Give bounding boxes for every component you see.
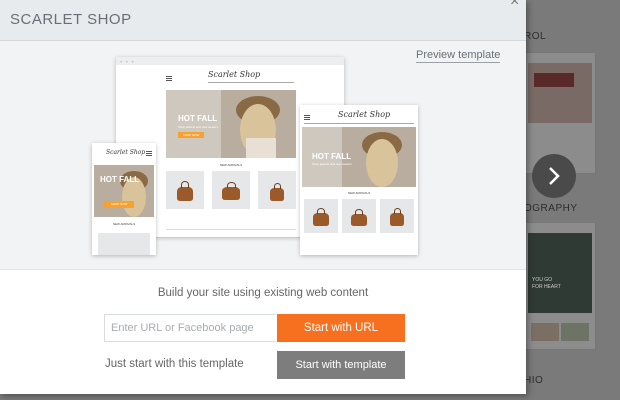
product-card	[304, 199, 338, 233]
hero-title: HOT FALL	[178, 114, 218, 123]
start-with-url-button[interactable]: Start with URL	[277, 314, 405, 342]
bag-image	[351, 209, 367, 226]
hero-subtitle: Shop jackets and new season	[312, 162, 352, 166]
browser-bar	[116, 57, 344, 65]
hero-photo	[166, 90, 296, 158]
chevron-right-icon	[549, 167, 560, 185]
bg-category-label: ROL	[524, 31, 547, 42]
mockup-logo: Scarlet Shop	[208, 70, 261, 79]
bg-card-shape	[534, 73, 574, 87]
product-card	[98, 233, 150, 255]
bag-image	[390, 207, 404, 226]
just-start-text: Just start with this template	[105, 358, 244, 370]
bg-card-text: YOU GO	[532, 277, 553, 283]
bag-image	[177, 181, 193, 201]
logo-underline	[304, 123, 414, 124]
footer-divider	[166, 229, 296, 230]
product-card	[166, 171, 204, 209]
next-arrow-button[interactable]	[532, 154, 576, 198]
logo-underline	[208, 82, 294, 83]
phone-mockup: Scarlet Shop HOT FALL SHOP NOW NEW ARRIV…	[92, 143, 156, 255]
section-title: NEW ARRIVALS	[112, 222, 136, 226]
browser-dots: • • •	[120, 60, 135, 66]
hero-title: HOT FALL	[100, 175, 140, 184]
bag-image	[270, 182, 284, 201]
bg-card-image: YOU GO FOR HEART	[528, 233, 592, 313]
preview-template-link[interactable]: Preview template	[416, 49, 501, 63]
mockup-logo: Scarlet Shop	[106, 149, 146, 156]
hero-button: SHOP NOW	[104, 201, 134, 208]
bg-card-thumb	[531, 323, 559, 341]
mockup-hero: HOT FALL Shop jackets and new season SHO…	[166, 90, 296, 158]
product-card	[212, 171, 250, 209]
section-title: NEW ARRIVALS	[219, 163, 243, 167]
hero-button: SHOP NOW	[178, 132, 204, 138]
mockup-logo: Scarlet Shop	[338, 110, 391, 119]
build-site-text: Build your site using existing web conte…	[157, 287, 369, 299]
product-card	[342, 199, 376, 233]
mockup-hero: HOT FALL Shop jackets and new season	[302, 127, 416, 187]
url-input[interactable]	[104, 314, 276, 342]
template-preview-area: • • • Scarlet Shop HOT FALL Shop jackets…	[0, 41, 526, 270]
bg-card-image	[528, 63, 592, 123]
hero-photo	[94, 165, 154, 217]
template-modal: SCARLET SHOP × • • • Scarlet Shop HOT FA…	[0, 0, 526, 394]
hero-subtitle: Shop jackets and new season	[178, 125, 218, 129]
menu-icon	[166, 76, 172, 81]
bg-category-label: OGRAPHY	[524, 203, 578, 214]
bg-category-label: HIO	[524, 375, 544, 386]
close-icon[interactable]: ×	[510, 0, 519, 11]
tablet-mockup: Scarlet Shop HOT FALL Shop jackets and n…	[300, 105, 418, 255]
menu-icon	[304, 115, 310, 120]
mockup-hero: HOT FALL SHOP NOW	[94, 165, 154, 217]
section-title: NEW ARRIVALS	[347, 191, 371, 195]
bag-image	[222, 181, 240, 200]
modal-title: SCARLET SHOP	[10, 11, 132, 28]
start-with-template-button[interactable]: Start with template	[277, 351, 405, 379]
modal-header: SCARLET SHOP	[0, 0, 526, 41]
product-card	[380, 199, 414, 233]
bag-image	[313, 207, 329, 226]
product-card	[258, 171, 296, 209]
hero-title: HOT FALL	[312, 152, 352, 161]
bg-card-text: FOR HEART	[532, 284, 561, 290]
bg-template-card[interactable]: YOU GO FOR HEART	[524, 222, 596, 350]
menu-icon	[146, 151, 152, 156]
bg-card-thumb	[561, 323, 589, 341]
